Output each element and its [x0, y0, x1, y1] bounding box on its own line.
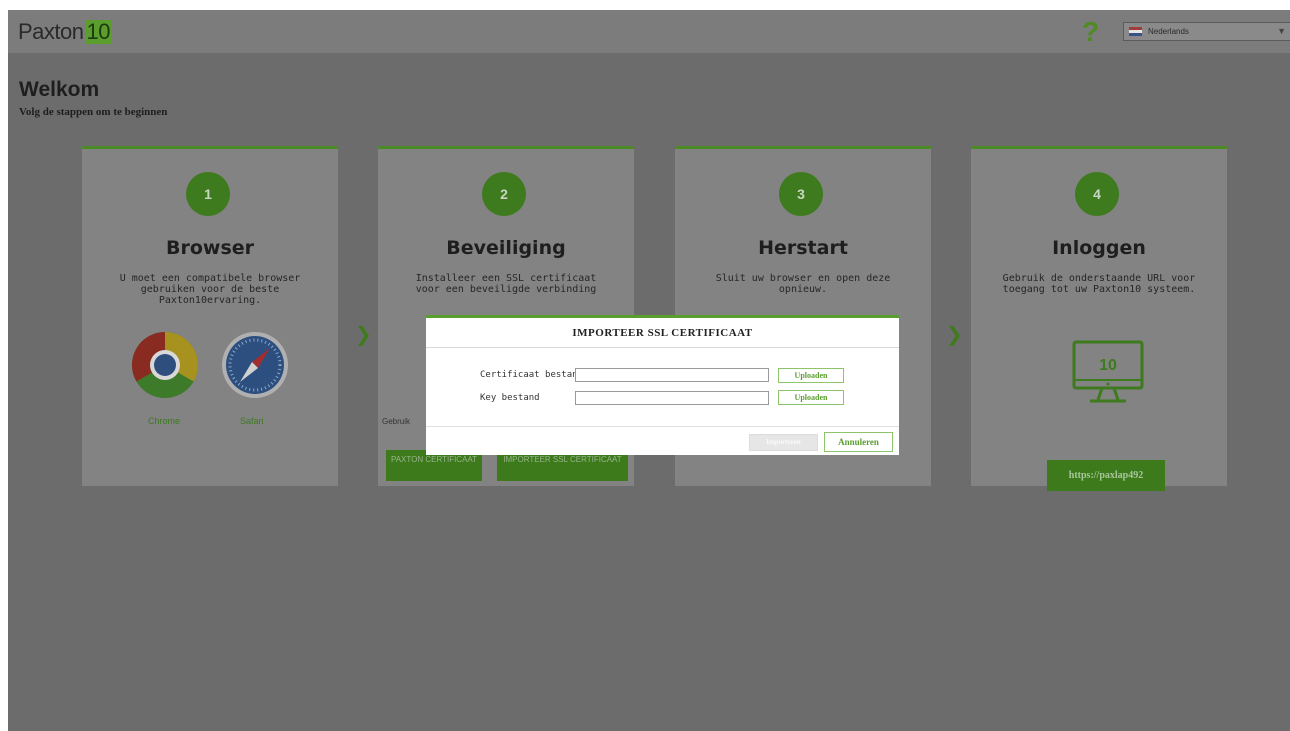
certificaat-bestand-label: Certificaat bestand [480, 370, 583, 380]
help-icon[interactable]: ? [1082, 16, 1099, 48]
chrome-label[interactable]: Chrome [148, 416, 180, 426]
page-title: Welkom [19, 78, 100, 101]
app-frame: Paxton 10 ? Nederlands ▼ Welkom Volg de s… [8, 10, 1290, 731]
key-upload-button[interactable]: Uploaden [778, 390, 844, 405]
step-title: Herstart [758, 237, 848, 259]
netherlands-flag-icon [1129, 27, 1142, 36]
step-number-badge: 2 [482, 172, 526, 216]
paxton10-logo: Paxton 10 [18, 19, 112, 44]
step-title: Inloggen [1052, 237, 1146, 259]
language-select[interactable]: Nederlands ▼ [1123, 22, 1290, 41]
import-button[interactable]: Importeren [749, 434, 818, 451]
key-bestand-label: Key bestand [480, 393, 540, 403]
monitor-icon: 10 [1072, 340, 1144, 403]
monitor-number: 10 [1099, 357, 1117, 374]
step-title: Beveiliging [446, 237, 566, 259]
step-number-badge: 3 [779, 172, 823, 216]
top-bar: Paxton 10 ? Nederlands ▼ [8, 10, 1290, 53]
login-url-button[interactable]: https://paxlap492 [1047, 460, 1165, 491]
step-description: Installeer een SSL certificaat voor een … [415, 273, 597, 295]
modal-title: IMPORTEER SSL CERTIFICAAT [572, 327, 753, 339]
step-card-browser: 1 Browser U moet een compatibele browser… [82, 146, 338, 486]
key-bestand-input[interactable] [575, 391, 769, 405]
certificaat-upload-button[interactable]: Uploaden [778, 368, 844, 383]
chevron-right-icon: ❯ [355, 322, 372, 346]
language-select-value: Nederlands [1148, 27, 1189, 36]
import-ssl-modal: IMPORTEER SSL CERTIFICAAT Certificaat be… [426, 315, 899, 455]
step-description: Gebruik de onderstaande URL voor toegang… [1002, 273, 1196, 295]
step-number-badge: 1 [186, 172, 230, 216]
page-subtitle: Volg de stappen om te beginnen [19, 106, 168, 118]
step-description: U moet een compatibele browser gebruiken… [119, 273, 301, 306]
step-title: Browser [165, 237, 255, 259]
safari-icon[interactable] [220, 330, 290, 400]
certificaat-bestand-input[interactable] [575, 368, 769, 382]
modal-footer-divider [426, 426, 899, 427]
cancel-button[interactable]: Annuleren [824, 432, 893, 452]
chevron-down-icon: ▼ [1277, 26, 1286, 36]
step-description: Sluit uw browser en open deze opnieuw. [715, 273, 891, 295]
gebruik-note: Gebruik [382, 417, 411, 426]
modal-divider [426, 347, 899, 348]
step-card-inloggen: 4 Inloggen Gebruik de onderstaande URL v… [971, 146, 1227, 486]
chevron-right-icon: ❯ [946, 322, 963, 346]
chrome-icon[interactable] [130, 330, 200, 400]
safari-label[interactable]: Safari [240, 416, 264, 426]
step-number-badge: 4 [1075, 172, 1119, 216]
